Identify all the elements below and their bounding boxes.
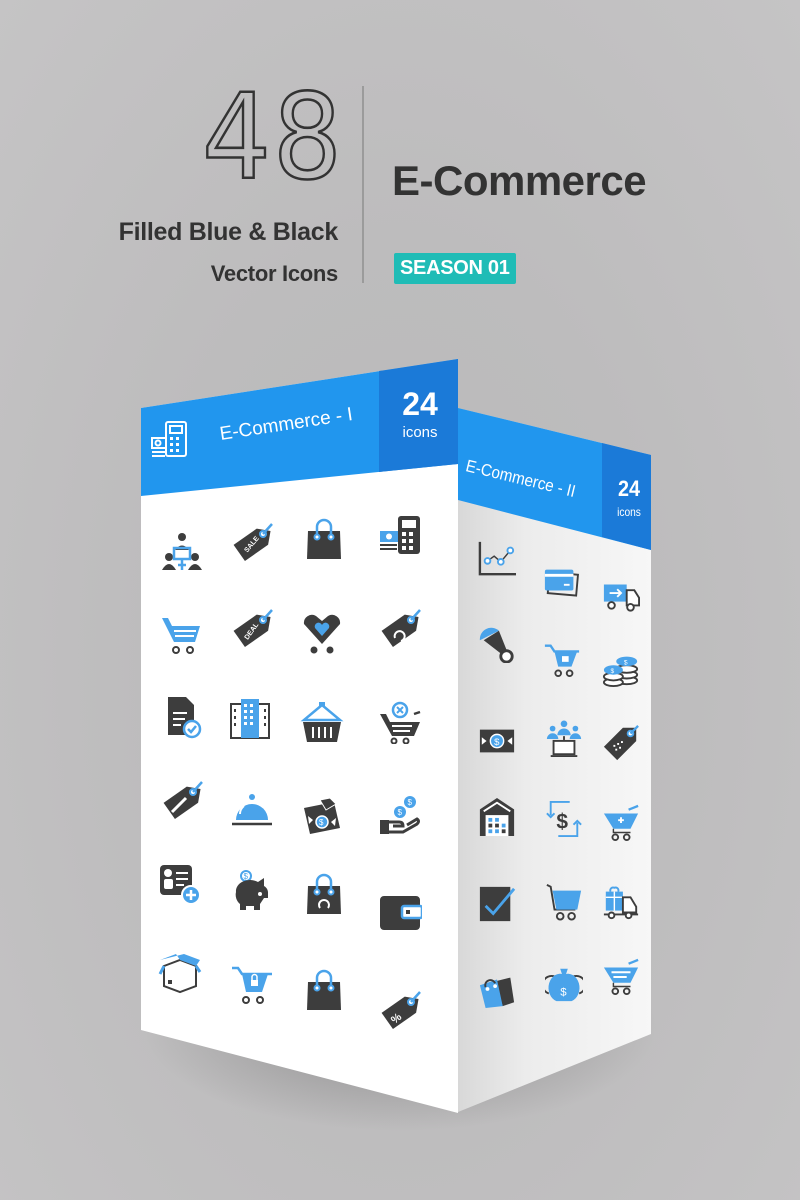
coin-stack-icon: $ $	[602, 650, 640, 688]
shopping-cart-icon	[160, 612, 204, 656]
svg-text:$: $	[398, 808, 403, 817]
contact-card-add-icon	[158, 862, 202, 906]
shopping-bags-icon	[478, 970, 516, 1008]
svg-text:$: $	[494, 737, 500, 748]
subtitle-type: Vector Icons	[210, 261, 339, 286]
cart-lock-icon	[543, 640, 581, 678]
cart-lock-icon	[230, 962, 274, 1006]
gift-truck-icon	[602, 884, 640, 922]
panel-right-count-unit: icons	[617, 505, 641, 519]
basket-icon	[300, 700, 344, 744]
panel-left-count-unit: icons	[402, 424, 438, 441]
discount-tag-icon	[160, 780, 204, 824]
money-bill-icon: $	[478, 722, 516, 760]
sale-tag-icon: SALE	[230, 522, 274, 566]
building-icon	[228, 696, 272, 740]
dollar-exchange-icon: $	[545, 800, 583, 838]
team-network-icon	[160, 530, 204, 574]
hand-coins-icon: $ $	[378, 794, 422, 838]
svg-text:$: $	[556, 811, 568, 834]
percent-tag-icon: %	[378, 990, 422, 1034]
line-chart-icon	[478, 540, 516, 578]
money-bag-icon: $	[545, 965, 583, 1003]
delivery-truck-icon	[602, 575, 640, 613]
document-check-icon	[160, 695, 204, 739]
bag-refresh-icon	[302, 872, 346, 916]
cart-cancel-icon	[378, 700, 422, 744]
subtitle-style: Filled Blue & Black	[118, 218, 339, 246]
food-cloche-icon	[230, 788, 274, 832]
calculator-money-icon	[148, 418, 192, 464]
warehouse-icon	[478, 798, 516, 836]
divider	[362, 86, 364, 283]
icon-count-number: 48	[201, 68, 344, 206]
refresh-tag-icon	[378, 608, 422, 652]
svg-text:$: $	[408, 798, 413, 807]
svg-text:$: $	[611, 668, 615, 675]
shopping-bag-icon	[302, 517, 346, 561]
heart-cart-icon	[300, 610, 344, 654]
payment-envelope-icon: $	[300, 794, 344, 838]
rattle-icon	[478, 625, 516, 663]
wallet-icon	[378, 890, 422, 934]
svg-text:$: $	[319, 818, 324, 827]
open-box-icon	[158, 950, 202, 994]
shopping-cart-icon	[602, 958, 640, 996]
audience-screen-icon	[545, 720, 583, 758]
panel-left-count: 24	[402, 386, 438, 422]
svg-text:$: $	[560, 986, 567, 998]
deal-tag-icon: DEAL	[230, 608, 274, 652]
cart-icon	[545, 883, 583, 921]
panel-right-count: 24	[617, 476, 641, 501]
qr-tag-icon	[602, 724, 640, 762]
cart-add-icon	[602, 804, 640, 842]
svg-text:$: $	[624, 659, 628, 666]
season-badge: SEASON 01	[394, 253, 516, 284]
pack-title: E-Commerce	[392, 157, 647, 204]
svg-text:$: $	[244, 872, 249, 881]
calculator-money-icon	[378, 514, 422, 558]
credit-card-icon	[543, 562, 581, 600]
checkbox-icon	[478, 885, 516, 923]
shopping-bag-icon	[302, 968, 346, 1012]
piggy-bank-icon: $	[230, 868, 274, 912]
